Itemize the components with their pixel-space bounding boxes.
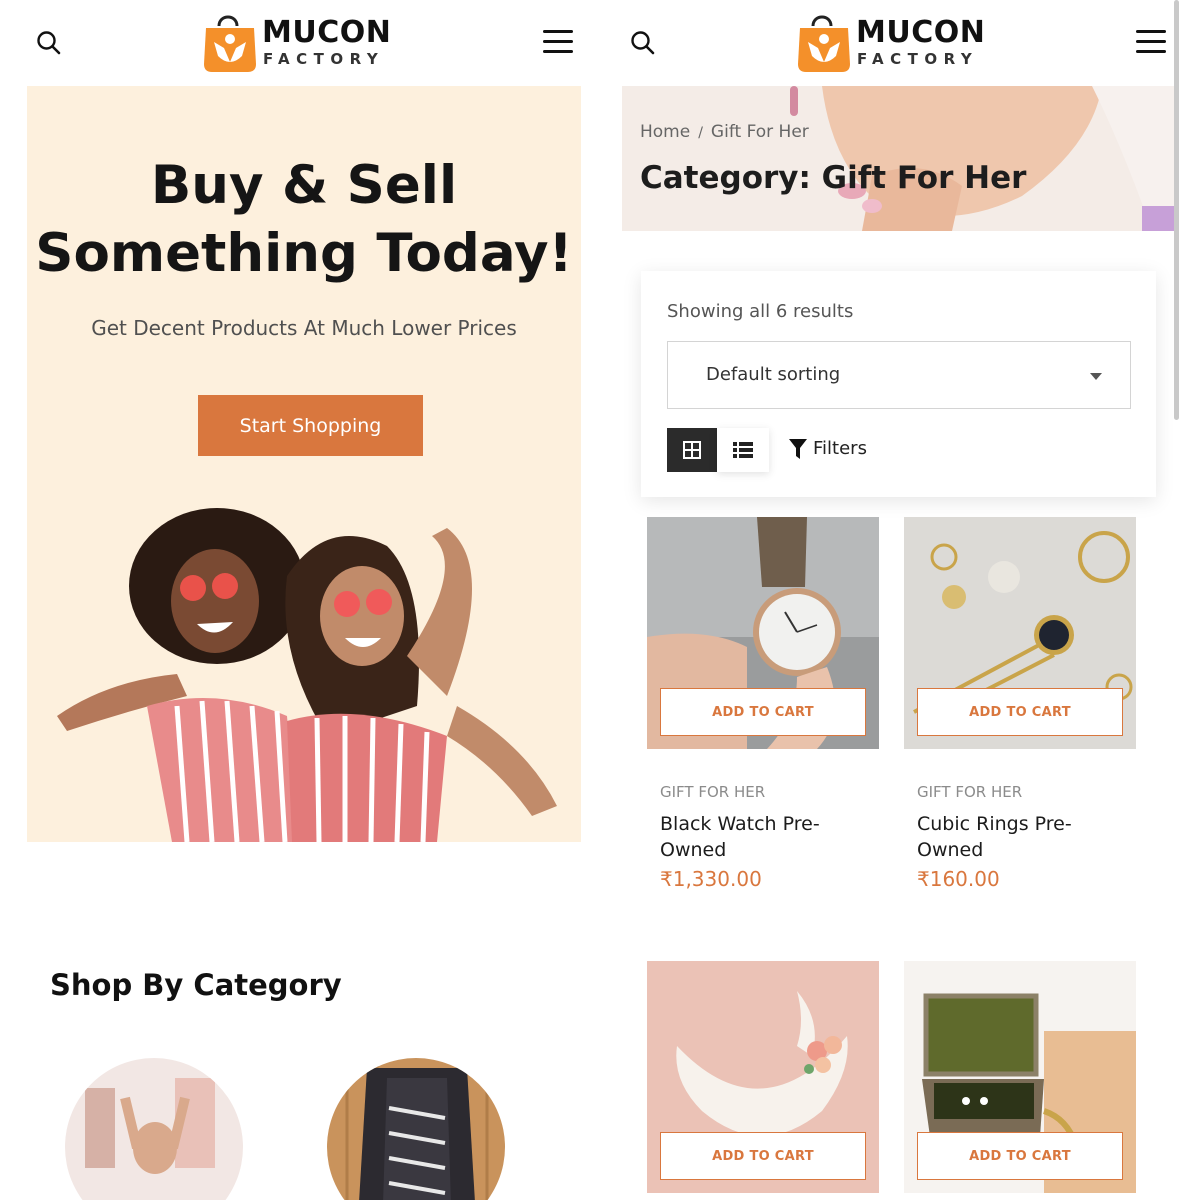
category-card-clothing[interactable] <box>65 1058 243 1200</box>
product-category[interactable]: GIFT FOR HER <box>917 783 1022 801</box>
sorting-value: Default sorting <box>706 364 841 385</box>
filters-button[interactable]: Filters <box>789 438 867 459</box>
shopping-bag-logo-icon <box>798 15 850 72</box>
breadcrumb-separator: / <box>698 125 703 141</box>
grid-icon <box>683 441 701 459</box>
brand-tagline: FACTORY <box>857 50 979 68</box>
hero-title-line-1: Buy & Sell <box>150 155 458 216</box>
brand-name: MUCON <box>856 15 986 50</box>
product-category[interactable]: GIFT FOR HER <box>660 783 765 801</box>
brand-tagline: FACTORY <box>263 50 385 68</box>
home-screen: MUCON FACTORY Buy & Sell Something Today… <box>0 0 606 1200</box>
menu-icon[interactable] <box>543 30 573 56</box>
chevron-down-icon <box>1090 373 1102 380</box>
jewelry-model-image <box>622 86 1175 231</box>
site-logo[interactable]: MUCON FACTORY <box>202 12 392 74</box>
menu-icon[interactable] <box>1136 30 1166 56</box>
filter-funnel-icon <box>789 438 807 459</box>
breadcrumb-home-link[interactable]: Home <box>640 122 690 142</box>
start-shopping-button[interactable]: Start Shopping <box>198 395 423 456</box>
product-title[interactable]: Black Watch Pre-Owned <box>660 811 860 863</box>
filters-label: Filters <box>813 438 867 459</box>
add-to-cart-button[interactable]: ADD TO CART <box>660 1132 866 1180</box>
sneaker-photo <box>327 1058 505 1200</box>
shop-toolbar: Showing all 6 results Default sorting Fi… <box>641 271 1156 497</box>
result-count: Showing all 6 results <box>667 301 854 322</box>
page-title: Category: Gift For Her <box>640 160 1027 196</box>
breadcrumb-current: Gift For Her <box>710 122 809 142</box>
product-price: ₹160.00 <box>917 867 1000 891</box>
search-icon[interactable] <box>630 30 656 56</box>
hero-models-image <box>57 508 557 842</box>
hero-title: Buy & Sell Something Today! <box>27 152 581 288</box>
search-icon[interactable] <box>36 30 62 56</box>
add-to-cart-button[interactable]: ADD TO CART <box>660 688 866 736</box>
category-card-shoes[interactable] <box>327 1058 505 1200</box>
list-icon <box>733 442 753 458</box>
clothing-photo <box>65 1058 243 1200</box>
site-header: MUCON FACTORY <box>606 0 1200 86</box>
hero-title-line-2: Something Today! <box>35 223 573 284</box>
site-logo[interactable]: MUCON FACTORY <box>796 12 986 74</box>
category-screen: MUCON FACTORY Home / Gift For Her Category… <box>606 0 1200 1200</box>
grid-view-button[interactable] <box>667 428 717 472</box>
product-title[interactable]: Cubic Rings Pre-Owned <box>917 811 1117 863</box>
add-to-cart-button[interactable]: ADD TO CART <box>917 688 1123 736</box>
category-banner <box>622 86 1175 231</box>
brand-name: MUCON <box>262 15 392 50</box>
sorting-dropdown[interactable]: Default sorting <box>667 341 1131 409</box>
shopping-bag-logo-icon <box>204 15 256 72</box>
list-view-button[interactable] <box>717 428 769 472</box>
product-price: ₹1,330.00 <box>660 867 762 891</box>
shop-by-category-heading: Shop By Category <box>50 968 342 1002</box>
breadcrumb: Home / Gift For Her <box>640 122 809 142</box>
hero-banner: Buy & Sell Something Today! Get Decent P… <box>27 86 581 842</box>
add-to-cart-button[interactable]: ADD TO CART <box>917 1132 1123 1180</box>
site-header: MUCON FACTORY <box>0 0 606 86</box>
scrollbar[interactable] <box>1174 0 1179 420</box>
hero-subtitle: Get Decent Products At Much Lower Prices <box>91 316 517 340</box>
